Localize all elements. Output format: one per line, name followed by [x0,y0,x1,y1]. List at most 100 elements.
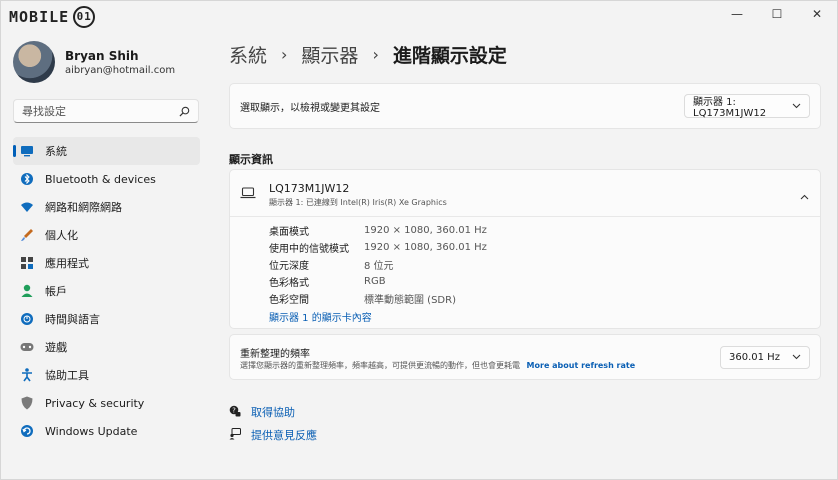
maximize-button[interactable]: ☐ [757,1,797,27]
refresh-rate-description: 選擇您顯示器的重新整理頻率，頻率越高，可提供更流暢的動作，但也會更耗電 [240,361,520,370]
globe-icon [19,311,35,327]
monitor-connection: 顯示器 1: 已連線到 Intel(R) Iris(R) Xe Graphics [269,198,447,207]
info-value: 8 位元 [364,261,394,272]
avatar [13,41,55,83]
sidebar-item-label: 時間與語言 [45,313,100,326]
display-select-value: 顯示器 1: LQ173M1JW12 [693,97,767,119]
info-key: 色彩空間 [269,295,309,306]
section-title-display-info: 顯示資訊 [229,153,273,166]
info-row: 桌面模式 1920 × 1080, 360.01 Hz [269,222,809,239]
sidebar-item-label: 應用程式 [45,257,89,270]
laptop-icon [240,187,256,202]
close-button[interactable]: ✕ [797,1,837,27]
sidebar-item-label: 系統 [45,145,67,158]
sidebar-item-accounts[interactable]: 帳戶 [13,277,200,305]
info-row: 使用中的信號模式 1920 × 1080, 360.01 Hz [269,239,809,256]
sidebar-item-label: 帳戶 [45,285,67,298]
info-key: 位元深度 [269,261,309,272]
breadcrumb-separator: › [372,45,379,64]
sidebar-item-time-language[interactable]: 時間與語言 [13,305,200,333]
profile-name: Bryan Shih [65,48,139,63]
title-bar: MOBILE 01 — ☐ ✕ [1,1,837,28]
sidebar-item-system[interactable]: 系統 [13,137,200,165]
adapter-link-row: 顯示器 1 的顯示卡內容 [269,308,809,325]
search-input[interactable]: 尋找設定 [13,99,199,123]
monitor-name: LQ173M1JW12 [269,182,350,195]
user-profile[interactable]: Bryan Shih aibryan@hotmail.com [13,41,175,83]
refresh-rate-value: 360.01 Hz [729,352,780,363]
brush-icon [19,227,35,243]
shield-icon [19,395,35,411]
chevron-down-icon [792,101,801,112]
feedback-icon [229,427,241,443]
sidebar-item-label: Privacy & security [45,396,145,410]
feedback-label: 提供意見反應 [251,429,317,442]
info-key: 色彩格式 [269,278,309,289]
info-key: 使用中的信號模式 [269,244,349,255]
sidebar-item-privacy[interactable]: Privacy & security [13,389,200,417]
feedback-link[interactable]: 提供意見反應 [229,427,317,443]
breadcrumb-system[interactable]: 系統 [229,41,267,68]
wifi-icon [19,199,35,215]
sidebar-item-label: 個人化 [45,229,78,242]
sidebar-item-label: 網路和網際網路 [45,201,122,214]
accessibility-icon [19,367,35,383]
select-display-label: 選取顯示，以檢視或變更其設定 [240,103,380,114]
chevron-up-icon[interactable] [800,189,809,203]
update-icon [19,423,35,439]
breadcrumb-display[interactable]: 顯示器 [301,41,358,68]
get-help-link[interactable]: ? 取得協助 [229,404,295,420]
sidebar-item-label: 遊戲 [45,341,67,354]
sidebar-item-accessibility[interactable]: 協助工具 [13,361,200,389]
display-info-rows: 桌面模式 1920 × 1080, 360.01 Hz 使用中的信號模式 192… [269,222,809,325]
help-icon: ? [229,405,241,420]
refresh-rate-title: 重新整理的頻率 [240,349,310,360]
refresh-rate-desc: 選擇您顯示器的重新整理頻率，頻率越高，可提供更流暢的動作，但也會更耗電 More… [240,360,635,371]
breadcrumb: 系統 › 顯示器 › 進階顯示設定 [229,41,507,68]
info-value: RGB [364,276,386,287]
sidebar-item-bluetooth[interactable]: Bluetooth & devices [13,165,200,193]
sidebar-item-label: 協助工具 [45,369,89,382]
sidebar-item-label: Bluetooth & devices [45,172,156,186]
window-controls: — ☐ ✕ [717,1,837,27]
more-about-refresh-link[interactable]: More about refresh rate [527,361,636,370]
gamepad-icon [19,339,35,355]
monitor-icon [19,143,35,159]
sidebar-item-network[interactable]: 網路和網際網路 [13,193,200,221]
minimize-button[interactable]: — [717,1,757,27]
settings-window: MOBILE 01 — ☐ ✕ Bryan Shih aibryan@hotma… [0,0,838,480]
sidebar-item-personalization[interactable]: 個人化 [13,221,200,249]
info-row: 色彩格式 RGB [269,273,809,290]
search-placeholder: 尋找設定 [22,105,66,118]
profile-email: aibryan@hotmail.com [65,64,176,76]
logo-badge: 01 [73,6,96,28]
sidebar-nav: 系統 Bluetooth & devices 網路和網際網路 個人化 應用程式 [13,137,200,445]
breadcrumb-separator: › [281,45,288,64]
mobile01-logo: MOBILE 01 [9,6,96,28]
apps-icon [19,255,35,271]
adapter-properties-link[interactable]: 顯示器 1 的顯示卡內容 [269,309,372,324]
page-title: 進階顯示設定 [392,45,507,67]
select-display-card: 選取顯示，以檢視或變更其設定 顯示器 1: LQ173M1JW12 [229,83,821,129]
sidebar-item-windows-update[interactable]: Windows Update [13,417,200,445]
display-select[interactable]: 顯示器 1: LQ173M1JW12 [684,94,810,119]
info-row: 色彩空間 標準動態範圍 (SDR) [269,290,809,307]
person-icon [19,283,35,299]
refresh-rate-select[interactable]: 360.01 Hz [720,346,810,369]
info-value: 1920 × 1080, 360.01 Hz [364,225,487,236]
sidebar-item-gaming[interactable]: 遊戲 [13,333,200,361]
get-help-label: 取得協助 [251,406,295,419]
info-value: 標準動態範圍 (SDR) [364,295,456,306]
display-info-card: LQ173M1JW12 顯示器 1: 已連線到 Intel(R) Iris(R)… [229,169,821,329]
info-row: 位元深度 8 位元 [269,256,809,273]
sidebar-item-apps[interactable]: 應用程式 [13,249,200,277]
search-icon [179,106,190,117]
info-key: 桌面模式 [269,227,309,238]
refresh-rate-card: 重新整理的頻率 選擇您顯示器的重新整理頻率，頻率越高，可提供更流暢的動作，但也會… [229,334,821,380]
logo-text: MOBILE [9,8,70,26]
info-value: 1920 × 1080, 360.01 Hz [364,242,487,253]
bluetooth-icon [19,171,35,187]
display-info-header[interactable]: LQ173M1JW12 顯示器 1: 已連線到 Intel(R) Iris(R)… [230,170,820,217]
sidebar-item-label: Windows Update [45,424,138,438]
chevron-down-icon [792,352,801,363]
